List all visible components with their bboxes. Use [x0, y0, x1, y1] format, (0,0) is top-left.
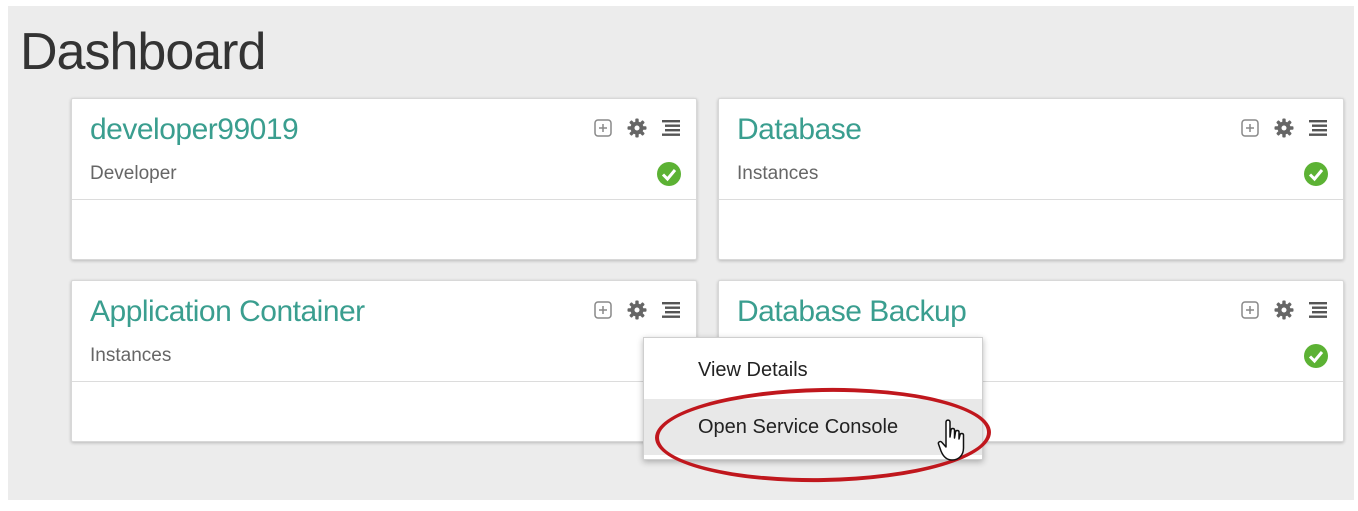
- page-title: Dashboard: [20, 23, 266, 81]
- card-title[interactable]: Database: [737, 113, 862, 147]
- hamburger-menu-icon[interactable]: [660, 299, 682, 321]
- card-subtitle: Instances: [90, 345, 172, 366]
- card-toolbar: [592, 117, 682, 139]
- plus-box-icon[interactable]: [592, 117, 614, 139]
- card-header: Database Instances: [719, 99, 1343, 200]
- menu-item-open-service-console[interactable]: Open Service Console: [644, 399, 982, 455]
- hamburger-menu-icon[interactable]: [660, 117, 682, 139]
- plus-box-icon[interactable]: [1239, 299, 1261, 321]
- gear-icon[interactable]: [1273, 299, 1295, 321]
- card-toolbar: [1239, 299, 1329, 321]
- gear-icon[interactable]: [626, 299, 648, 321]
- check-circle-icon: [1303, 343, 1329, 369]
- service-card-database[interactable]: Database Instances: [718, 98, 1344, 260]
- hamburger-menu-icon[interactable]: [1307, 117, 1329, 139]
- check-circle-icon: [1303, 161, 1329, 187]
- service-card-developer[interactable]: developer99019 Developer: [71, 98, 697, 260]
- check-circle-icon: [656, 161, 682, 187]
- card-title[interactable]: Database Backup: [737, 295, 967, 329]
- service-card-application-container[interactable]: Application Container Instances: [71, 280, 697, 442]
- card-subtitle: Developer: [90, 163, 177, 184]
- card-toolbar: [1239, 117, 1329, 139]
- plus-box-icon[interactable]: [592, 299, 614, 321]
- gear-icon[interactable]: [1273, 117, 1295, 139]
- menu-item-view-details[interactable]: View Details: [644, 342, 982, 398]
- gear-icon[interactable]: [626, 117, 648, 139]
- plus-box-icon[interactable]: [1239, 117, 1261, 139]
- card-title[interactable]: developer99019: [90, 113, 299, 147]
- card-header: developer99019 Developer: [72, 99, 696, 200]
- card-header: Application Container Instances: [72, 281, 696, 382]
- card-toolbar: [592, 299, 682, 321]
- hamburger-menu-icon[interactable]: [1307, 299, 1329, 321]
- card-title[interactable]: Application Container: [90, 295, 365, 329]
- context-menu: View Details Open Service Console: [643, 337, 983, 460]
- card-subtitle: Instances: [737, 163, 819, 184]
